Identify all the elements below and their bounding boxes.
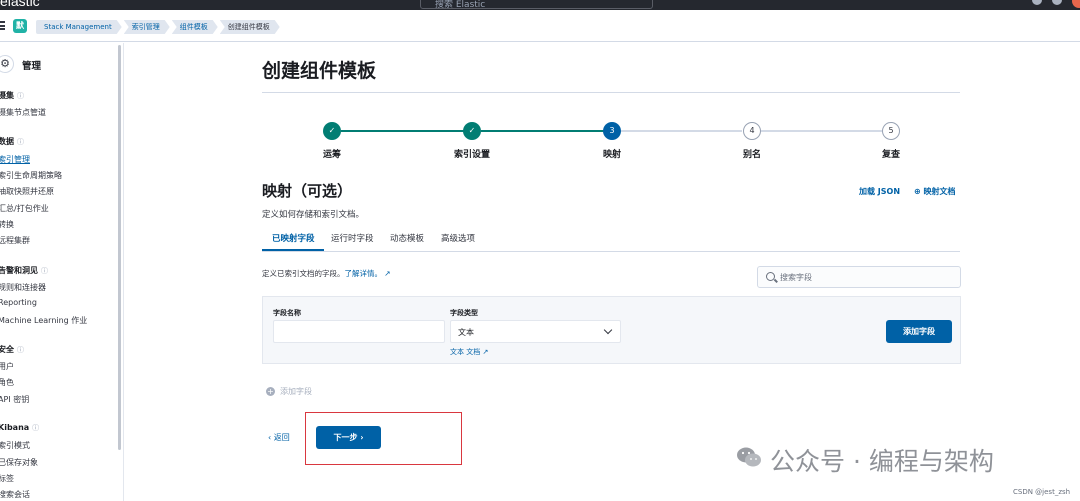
watermark-text: 公众号 · 编程与架构 bbox=[770, 447, 994, 476]
step-3-number[interactable]: 3 bbox=[603, 122, 621, 140]
mapping-tabs: 已映射字段 运行时字段 动态模板 高级选项 bbox=[262, 224, 960, 252]
sidebar-item-saved-objects[interactable]: 已保存对象 bbox=[0, 457, 38, 468]
step-1-label[interactable]: 运筹 bbox=[302, 147, 362, 160]
tab-mapped-fields[interactable]: 已映射字段 bbox=[272, 232, 315, 244]
sidebar-item-transforms[interactable]: 转换 bbox=[0, 219, 14, 230]
sidebar-header: ⚙ 管理 bbox=[0, 55, 124, 75]
breadcrumb-stack-management[interactable]: Stack Management bbox=[36, 20, 122, 34]
sidebar-item-roles[interactable]: 角色 bbox=[0, 377, 14, 388]
sidebar-item-ilm-policies[interactable]: 索引生命周期策略 bbox=[0, 170, 62, 181]
active-tab-indicator bbox=[262, 249, 324, 251]
step-3-label[interactable]: 映射 bbox=[582, 147, 642, 160]
step-2-label[interactable]: 索引设置 bbox=[442, 147, 502, 160]
create-field-panel: 字段名称 字段类型 文本 文本 文档 ↗ 添加字段 bbox=[262, 296, 961, 364]
highlight-annotation-box bbox=[305, 412, 462, 465]
fields-help-text: 定义已索引文档的字段。了解详情。 ↗ bbox=[262, 269, 391, 278]
field-name-label: 字段名称 bbox=[273, 309, 301, 317]
step-1-check-icon[interactable]: ✓ bbox=[323, 122, 341, 140]
learn-more-link[interactable]: 了解详情。 bbox=[345, 269, 383, 278]
sidebar-group-alerts-insights: 告警和洞见 ⓘ bbox=[0, 266, 48, 275]
plus-icon: + bbox=[266, 387, 275, 396]
chevron-down-icon bbox=[603, 325, 613, 335]
sidebar-item-ingest-pipelines[interactable]: 摄集节点管道 bbox=[0, 107, 46, 118]
top-header: elastic 搜索 Elastic bbox=[0, 0, 1080, 10]
credit-text: CSDN @jest_zsh bbox=[1013, 488, 1071, 496]
sidebar-item-remote-clusters[interactable]: 远程集群 bbox=[0, 235, 30, 246]
step-connector bbox=[481, 130, 611, 132]
global-search-input[interactable]: 搜索 Elastic bbox=[420, 0, 653, 10]
sidebar-item-tags[interactable]: 标签 bbox=[0, 473, 14, 484]
step-connector bbox=[761, 130, 882, 132]
globe-icon: ⊕ bbox=[914, 187, 924, 196]
search-icon bbox=[766, 272, 775, 281]
news-feed-icon[interactable] bbox=[1052, 0, 1062, 5]
breadcrumb: Stack Management 索引管理 组件模板 创建组件模板 bbox=[36, 20, 282, 34]
sidebar-item-index-patterns[interactable]: 索引模式 bbox=[0, 440, 30, 451]
user-avatar[interactable] bbox=[1072, 0, 1080, 8]
add-field-disabled-button[interactable]: + 添加字段 bbox=[266, 386, 312, 397]
load-json-link[interactable]: 加载 JSON bbox=[859, 186, 900, 197]
sidebar-item-reporting[interactable]: Reporting bbox=[0, 298, 37, 307]
help-icon[interactable] bbox=[1032, 0, 1042, 5]
sidebar-item-snapshot-restore[interactable]: 抽取快照并还原 bbox=[0, 186, 54, 197]
step-progress: ✓ 运筹 ✓ 索引设置 3 映射 4 别名 5 复查 bbox=[262, 122, 960, 162]
breadcrumb-component-templates[interactable]: 组件模板 bbox=[172, 20, 218, 34]
step-connector bbox=[341, 130, 471, 132]
section-title: 映射（可选） bbox=[262, 182, 353, 200]
space-badge[interactable]: 默 bbox=[13, 19, 27, 33]
sidebar-group-data: 数据 ⓘ bbox=[0, 137, 24, 146]
step-4-number[interactable]: 4 bbox=[743, 122, 761, 140]
field-type-doc-link[interactable]: 文本 文档 ↗ bbox=[450, 347, 488, 357]
sidebar-scrollbar[interactable] bbox=[118, 45, 121, 450]
tab-advanced-options[interactable]: 高级选项 bbox=[441, 232, 475, 244]
sidebar-item-ml-jobs[interactable]: Machine Learning 作业 bbox=[0, 315, 87, 326]
sidebar-item-users[interactable]: 用户 bbox=[0, 361, 14, 372]
field-type-label: 字段类型 bbox=[450, 309, 478, 317]
gear-icon: ⚙ bbox=[0, 55, 14, 73]
field-name-input[interactable] bbox=[273, 320, 445, 343]
tab-dynamic-templates[interactable]: 动态模板 bbox=[390, 232, 424, 244]
add-field-button[interactable]: 添加字段 bbox=[886, 320, 952, 343]
sidebar-item-rules-connectors[interactable]: 规则和连接器 bbox=[0, 282, 46, 293]
external-link-icon: ↗ bbox=[384, 269, 391, 278]
search-field-input[interactable]: 搜索字段 bbox=[757, 266, 961, 288]
tab-runtime-fields[interactable]: 运行时字段 bbox=[331, 232, 374, 244]
step-4-label[interactable]: 别名 bbox=[722, 147, 782, 160]
breadcrumb-create-component-template: 创建组件模板 bbox=[220, 20, 280, 34]
sidebar-item-api-keys[interactable]: API 密钥 bbox=[0, 394, 29, 405]
page-title: 创建组件模板 bbox=[262, 60, 377, 82]
sidebar-item-index-management[interactable]: 索引管理 bbox=[0, 154, 30, 165]
field-type-value: 文本 bbox=[458, 328, 474, 337]
search-field-placeholder: 搜索字段 bbox=[780, 273, 812, 282]
sidebar-group-kibana: Kibana ⓘ bbox=[0, 423, 40, 432]
step-connector bbox=[621, 130, 742, 132]
step-5-label[interactable]: 复查 bbox=[861, 147, 921, 160]
elastic-logo[interactable]: elastic bbox=[0, 0, 40, 9]
sidebar-group-ingest: 摄集 ⓘ bbox=[0, 91, 24, 100]
mapping-doc-link[interactable]: ⊕ 映射文档 bbox=[914, 186, 956, 197]
field-type-select[interactable]: 文本 bbox=[450, 320, 621, 343]
breadcrumb-bar: 默 Stack Management 索引管理 组件模板 创建组件模板 bbox=[0, 10, 1080, 42]
step-5-number[interactable]: 5 bbox=[882, 122, 900, 140]
menu-toggle-icon[interactable] bbox=[0, 21, 5, 30]
breadcrumb-index-management[interactable]: 索引管理 bbox=[124, 20, 170, 34]
step-2-check-icon[interactable]: ✓ bbox=[463, 122, 481, 140]
sidebar-item-search-sessions[interactable]: 搜索会话 bbox=[0, 489, 30, 500]
section-description: 定义如何存储和索引文档。 bbox=[262, 210, 365, 220]
back-button[interactable]: ‹ 返回 bbox=[268, 432, 290, 443]
sidebar-title: 管理 bbox=[22, 61, 42, 72]
sidebar-group-security: 安全 ⓘ bbox=[0, 345, 24, 354]
wechat-logo-icon bbox=[737, 447, 761, 467]
divider bbox=[262, 92, 960, 93]
sidebar: ⚙ 管理 摄集 ⓘ 摄集节点管道 数据 ⓘ 索引管理 索引生命周期策略 抽取快照并还… bbox=[0, 43, 124, 501]
global-search-placeholder: 搜索 Elastic bbox=[435, 0, 486, 10]
sidebar-item-rollup-jobs[interactable]: 汇总/打包作业 bbox=[0, 203, 49, 214]
